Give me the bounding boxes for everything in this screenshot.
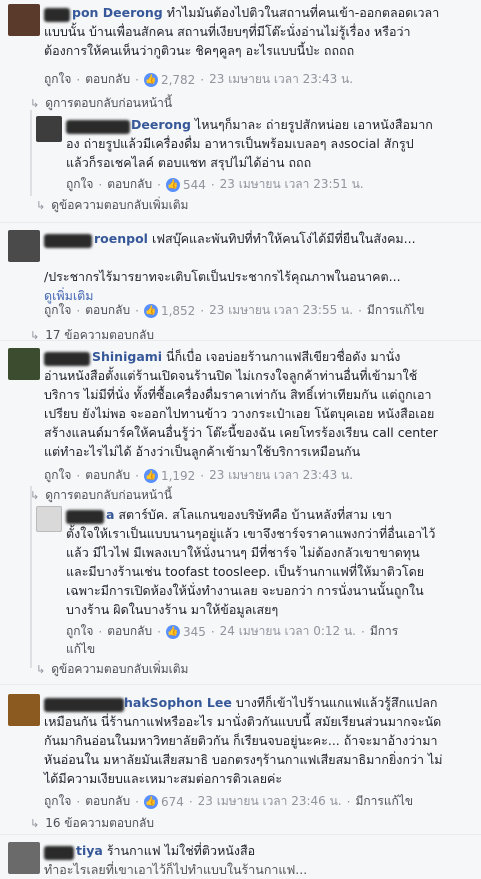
reply-link[interactable]: ตอบกลับ	[85, 792, 130, 811]
author-name[interactable]: pon Deerong	[72, 5, 163, 20]
thread-link[interactable]: ↳ 16 ข้อความตอบกลับ	[30, 814, 154, 833]
like-count[interactable]: 674	[161, 795, 184, 809]
edited-label-cont: แก้ไข	[66, 642, 96, 656]
comment-text: และมีบางร้านเช่น toofast toosleep. เป็นร…	[66, 564, 425, 579]
comment-text: แล้ว มีไวไฟ มีเพลงเบาให้นั่งนานๆ มีที่ชา…	[66, 545, 420, 560]
like-count[interactable]: 345	[183, 625, 206, 639]
reply-link[interactable]: ตอบกลับ	[85, 301, 130, 320]
avatar[interactable]	[8, 694, 40, 726]
comment-text: สร้างแลนด์มาร์คให้คนอื่นรู้ว่า โต๊ะนี้ขอ…	[44, 425, 438, 440]
like-link[interactable]: ถูกใจ	[66, 622, 93, 641]
reply-arrow-icon: ↳	[36, 199, 46, 212]
like-count[interactable]: 544	[183, 178, 206, 192]
reply-arrow-icon: ↳	[36, 663, 46, 676]
reply-link[interactable]: ตอบกลับ	[107, 175, 152, 194]
comment-text: ไหนๆก็มาละ ถ่ายรูปสักหน่อย เอาหนังสือมาก	[194, 117, 433, 132]
comment-meta: ถูกใจ · ตอบกลับ · 👍 2,782 · 23 เมษายน เวลา …	[44, 70, 353, 89]
like-link[interactable]: ถูกใจ	[44, 70, 71, 89]
avatar[interactable]	[8, 4, 40, 36]
avatar[interactable]	[8, 230, 40, 262]
thumbs-up-icon: 👍	[143, 794, 158, 809]
avatar[interactable]	[36, 116, 62, 142]
avatar[interactable]	[36, 506, 62, 532]
reply-link[interactable]: ตอบกลับ	[85, 70, 130, 89]
author-name[interactable]: roenpol	[94, 231, 148, 246]
comment-text: /ประชากรไร้มารยาทจะเติบโตเป็นประชากรไร้ค…	[44, 269, 401, 284]
comment-text: กันมากินอ่อนในมหาวิทยาลัยติวกัน ก็เรียนจ…	[44, 733, 438, 748]
comment-text: เฟสบุ๊คและพันทิปที่ทำให้คนโง่ได้มีที่ยืน…	[151, 231, 416, 246]
edited-label[interactable]: มีการแก้ไข	[367, 301, 425, 320]
timestamp[interactable]: 23 เมษายน เวลา 23:43 น.	[209, 70, 353, 89]
like-count[interactable]: 1,192	[161, 469, 195, 483]
comment-text: ทำไมมันต้องไปติวในสถานที่คนเข้า-ออกตลอดเ…	[166, 5, 440, 20]
like-link[interactable]: ถูกใจ	[44, 301, 71, 320]
comment-text: ร้านกาแฟ ไม่ใช่ที่ติวหนังสือ	[106, 843, 256, 858]
comment-text: ตั้งใจให้เราเป็นแบบนานๆอยู่แล้ว เขาจึงชา…	[66, 526, 436, 541]
divider	[0, 222, 481, 223]
timestamp[interactable]: 23 เมษายน เวลา 23:51 น.	[220, 175, 364, 194]
edited-label[interactable]: มีการ	[370, 622, 398, 641]
thread-line	[30, 110, 32, 196]
comment-feed: pon Deerong ทำไมมันต้องไปติวในสถานที่คนเ…	[0, 0, 481, 877]
comment-text: หันอ่อนใน มหาลัยมันเสียสมาธิ บอกตรงๆร้าน…	[44, 752, 443, 767]
reply-arrow-icon: ↳	[30, 817, 40, 830]
timestamp[interactable]: 24 เมษายน เวลา 0:12 น.	[220, 622, 356, 641]
author-name[interactable]: a	[106, 507, 114, 522]
like-count[interactable]: 1,852	[161, 304, 195, 318]
comment-meta: ถูกใจ · ตอบกลับ · 👍 674 · 23 เมษายน เวลา 23…	[44, 792, 413, 811]
author-name[interactable]: hakSophon Lee	[124, 695, 232, 710]
edited-label[interactable]: มีการแก้ไข	[355, 792, 413, 811]
comment-text: บางทีก็เข้าไปร้านแกแฟแล้วรู้สึกแปลก	[235, 695, 438, 710]
like-link[interactable]: ถูกใจ	[44, 466, 71, 485]
comment-meta: ถูกใจ · ตอบกลับ · 👍 1,192 · 23 เมษายน เวลา …	[44, 466, 353, 485]
comment-text: ทำอะไรเลยที่เขาเอาไว้ก็ไปทำแบบในร้านกาแฟ…	[44, 862, 308, 877]
thread-link[interactable]: ↳ 17 ข้อความตอบกลับ	[30, 326, 154, 345]
reply-arrow-icon: ↳	[30, 97, 40, 110]
comment-text: บางร้าน ผิดในบางร้าน มาให้ข้อมูลเสยๆ	[66, 602, 279, 617]
thread-link[interactable]: ↳ ดูข้อความตอบกลับเพิ่มเติม	[36, 196, 188, 215]
thread-link[interactable]: ↳ ดูข้อความตอบกลับเพิ่มเติม	[36, 660, 188, 679]
comment-text: นี่ก็เบื่อ เจอบ่อยร้านกาแฟสีเขียวชื่อดัง…	[166, 349, 401, 364]
reply-link[interactable]: ตอบกลับ	[85, 466, 130, 485]
reply-link[interactable]: ตอบกลับ	[107, 622, 152, 641]
divider	[0, 834, 481, 835]
comment-text: ได้มีความเงียบและเหมาะสมต่อการติวเลยค่ะ	[44, 771, 283, 786]
comment-text: แต่ทำอะไรไม่ได้ อ้างว่าเป็นลูกค้าเข้ามาใ…	[44, 444, 361, 459]
timestamp[interactable]: 23 เมษายน เวลา 23:55 น.	[209, 301, 353, 320]
comment-text: เฉพาะมีการเปิดห้องให้นั่งทำงานเลย จะบอกว…	[66, 583, 424, 598]
thumbs-up-icon: 👍	[165, 177, 180, 192]
author-name[interactable]: Shinigami	[92, 349, 162, 364]
timestamp[interactable]: 23 เมษายน เวลา 23:43 น.	[209, 466, 353, 485]
like-link[interactable]: ถูกใจ	[66, 175, 93, 194]
divider	[0, 684, 481, 685]
comment-text: สตาร์บัค. สโลแกนของบริษัทคือ บ้านหลังที่…	[118, 507, 392, 522]
comment-text: อง ถ่ายรูปแล้วมีเครื่องดื่ม อาหารเป็นพร้…	[66, 136, 414, 151]
thumbs-up-icon: 👍	[143, 468, 158, 483]
like-link[interactable]: ถูกใจ	[44, 792, 71, 811]
comment-text: เหมือนกัน นี่ร้านกาแฟหรืออะไร มานั่งติวก…	[44, 714, 442, 729]
comment-text: เปรียบ ยังไม่พอ จะออกไปทานข้าว วางกระเป๋…	[44, 406, 435, 421]
thread-link[interactable]: ↳ ดูการตอบกลับก่อนหน้านี้	[30, 486, 172, 505]
thumbs-up-icon: 👍	[165, 624, 180, 639]
divider	[0, 340, 481, 341]
thread-link[interactable]: ↳ ดูการตอบกลับก่อนหน้านี้	[30, 94, 172, 113]
comment-meta: ถูกใจ · ตอบกลับ · 👍 544 · 23 เมษายน เวลา 23…	[66, 175, 364, 194]
comment-text: อ่านหนังสือตั้งแต่ร้านเปิดจนร้านปิด ไม่เ…	[44, 368, 418, 383]
timestamp[interactable]: 23 เมษายน เวลา 23:46 น.	[198, 792, 342, 811]
thread-line	[30, 486, 32, 668]
comment-text: ต้องการให้คนเห็นว่ากูติวนะ ชิคๆคูลๆ อะไร…	[44, 43, 355, 58]
avatar[interactable]	[8, 348, 40, 380]
comment-text: แล้วก็รอเชคไลค์ ตอบแชท สรุปไม่ได้อ่าน ถถ…	[66, 155, 312, 170]
thumbs-up-icon: 👍	[143, 303, 158, 318]
author-name[interactable]: tiya	[76, 843, 103, 858]
avatar[interactable]	[8, 842, 40, 874]
like-count[interactable]: 2,782	[161, 73, 195, 87]
comment-meta: ถูกใจ · ตอบกลับ · 👍 345 · 24 เมษายน เวลา 0:…	[66, 622, 398, 641]
thumbs-up-icon: 👍	[143, 72, 158, 87]
comment-meta: ถูกใจ · ตอบกลับ · 👍 1,852 · 23 เมษายน เวลา …	[44, 301, 425, 320]
comment-text: บริการ ไม่มีที่นั่ง ทั้งที่ซื้อเครื่องดื…	[44, 387, 432, 402]
author-name[interactable]: Deerong	[131, 117, 191, 132]
comment-text: แบบนั้น บ้านเพื่อนสักคน สถานที่เงียบๆที่…	[44, 24, 411, 39]
